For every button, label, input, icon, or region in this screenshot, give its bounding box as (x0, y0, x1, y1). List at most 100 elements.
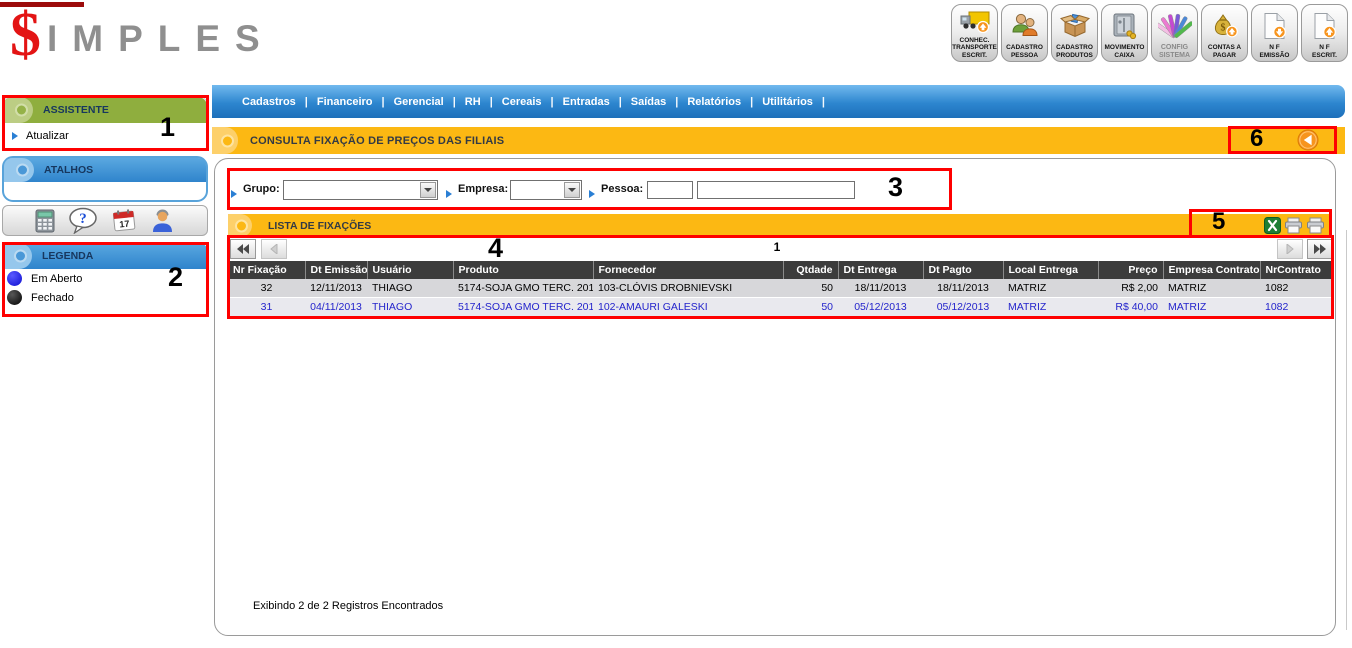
legenda-title: LEGENDA (42, 250, 93, 262)
help-icon[interactable]: ? (68, 207, 99, 234)
export-excel-icon[interactable] (1264, 217, 1281, 234)
col-local-entrega: Local Entrega (1003, 261, 1098, 279)
svg-text:?: ? (79, 211, 87, 227)
menu-item-relatorios[interactable]: Relatórios (687, 96, 741, 108)
chevron-down-icon (564, 182, 580, 198)
col-nrcontrato: NrContrato (1260, 261, 1331, 279)
pessoa-label: Pessoa: (601, 183, 643, 195)
sidebar-item-atualizar[interactable]: Atualizar (3, 123, 207, 149)
logo-dollar-icon: $ (10, 4, 41, 66)
cell-nr-fixacao: 31 (228, 298, 305, 317)
table-header-row: Nr Fixação Dt Emissão Usuário Produto Fo… (228, 261, 1331, 279)
previous-page-button[interactable] (261, 239, 287, 259)
table-row[interactable]: 31 04/11/2013 THIAGO 5174-SOJA GMO TERC.… (228, 298, 1331, 317)
print-icon[interactable] (1284, 217, 1303, 234)
menu-item-cadastros[interactable]: Cadastros (242, 96, 296, 108)
main-menu-bar: Cadastros | Financeiro | Gerencial | RH … (212, 85, 1345, 118)
menu-separator: | (822, 96, 825, 108)
col-dt-entrega: Dt Entrega (838, 261, 923, 279)
menu-item-cereais[interactable]: Cereais (502, 96, 542, 108)
toolbar-button-label: MOVIMENTO CAIXA (1105, 44, 1145, 59)
cell-usuario: THIAGO (367, 279, 453, 298)
empresa-label: Empresa: (458, 183, 508, 195)
black-dot-icon (7, 290, 22, 305)
page-title-bar: CONSULTA FIXAÇÃO DE PREÇOS DAS FILIAIS (212, 127, 1345, 154)
page-number: 1 (767, 240, 787, 254)
grupo-label: Grupo: (243, 183, 280, 195)
menu-item-rh[interactable]: RH (465, 96, 481, 108)
toolbar-button-nf-escrit[interactable]: N F ESCRIT. (1301, 4, 1348, 62)
grupo-select[interactable] (283, 180, 438, 200)
bullet-arrow-icon (589, 185, 595, 203)
scrollbar-edge (1346, 230, 1347, 630)
col-fornecedor: Fornecedor (593, 261, 783, 279)
menu-item-saidas[interactable]: Saídas (631, 96, 666, 108)
back-button[interactable] (1297, 129, 1319, 151)
menu-separator: | (305, 96, 308, 108)
header-cap-decoration (2, 243, 32, 269)
cell-empresa-contrato: MATRIZ (1163, 279, 1260, 298)
pessoa-name-input[interactable] (697, 181, 855, 199)
cell-preco: R$ 40,00 (1098, 298, 1163, 317)
document-down-icon (1261, 7, 1288, 44)
cell-usuario: THIAGO (367, 298, 453, 317)
header-cap-decoration (4, 158, 34, 182)
toolbar-button-conhec-transporte[interactable]: CONHEC. TRANSPORTE ESCRIT. (951, 4, 998, 62)
col-empresa-contrato: Empresa Contrato (1163, 261, 1260, 279)
menu-item-gerencial[interactable]: Gerencial (394, 96, 444, 108)
truck-up-icon (959, 7, 991, 37)
bullet-arrow-icon (231, 185, 237, 203)
table-row[interactable]: 32 12/11/2013 THIAGO 5174-SOJA GMO TERC.… (228, 279, 1331, 298)
person-icon[interactable] (150, 208, 175, 233)
cell-produto: 5174-SOJA GMO TERC. 2010 (453, 298, 593, 317)
sidebar-item-label: Atualizar (26, 130, 69, 142)
col-dt-emissao: Dt Emissão (305, 261, 367, 279)
empresa-select[interactable] (510, 180, 582, 200)
col-produto: Produto (453, 261, 593, 279)
menu-item-entradas[interactable]: Entradas (563, 96, 610, 108)
toolbar-button-cadastro-pessoa[interactable]: CADASTRO PESSOA (1001, 4, 1048, 62)
cell-dt-pagto: 18/11/2013 (923, 279, 1003, 298)
sidebar-section-assistente: ASSISTENTE Atualizar (2, 96, 208, 150)
cell-empresa-contrato: MATRIZ (1163, 298, 1260, 317)
calculator-icon[interactable] (35, 209, 55, 233)
cell-dt-emissao: 04/11/2013 (305, 298, 367, 317)
menu-item-financeiro[interactable]: Financeiro (317, 96, 373, 108)
menu-separator: | (619, 96, 622, 108)
cell-local-entrega: MATRIZ (1003, 279, 1098, 298)
assistente-title: ASSISTENTE (43, 104, 109, 116)
calendar-icon[interactable]: 17 (112, 208, 137, 233)
cell-qtdade: 50 (783, 298, 838, 317)
legend-item-fechado: Fechado (2, 288, 208, 307)
toolbar-button-nf-emissao[interactable]: N F EMISSÃO (1251, 4, 1298, 62)
cell-nrcontrato: 1082 (1260, 298, 1331, 317)
record-count-status: Exibindo 2 de 2 Registros Encontrados (253, 600, 443, 612)
toolbar-button-label: CONFIG SISTEMA (1159, 44, 1190, 59)
legend-item-label: Em Aberto (31, 273, 82, 285)
toolbar-button-cadastro-produtos[interactable]: CADASTRO PRODUTOS (1051, 4, 1098, 62)
atalhos-title: ATALHOS (44, 164, 93, 176)
toolbar-button-label: CADASTRO PESSOA (1006, 44, 1043, 59)
sidebar-section-atalhos: ATALHOS (2, 156, 208, 202)
toolbar-button-movimento-caixa[interactable]: MOVIMENTO CAIXA (1101, 4, 1148, 62)
pessoa-code-input[interactable] (647, 181, 693, 199)
print-icon[interactable] (1306, 217, 1325, 234)
bar-cap-decoration (212, 127, 238, 154)
last-page-button[interactable] (1307, 239, 1333, 259)
toolbar-button-contas-a-pagar[interactable]: $ CONTAS A PAGAR (1201, 4, 1248, 62)
cell-fornecedor: 102-AMAURI GALESKI (593, 298, 783, 317)
next-page-button[interactable] (1277, 239, 1303, 259)
toolbar-button-label: CADASTRO PRODUTOS (1056, 44, 1093, 59)
fixations-table: Nr Fixação Dt Emissão Usuário Produto Fo… (228, 261, 1331, 317)
safe-icon (1111, 7, 1138, 44)
col-dt-pagto: Dt Pagto (923, 261, 1003, 279)
app-logo: $ IMPLES (10, 4, 275, 66)
toolbar-button-config-sistema[interactable]: CONFIG SISTEMA (1151, 4, 1198, 62)
people-icon (1010, 7, 1040, 44)
cell-nrcontrato: 1082 (1260, 279, 1331, 298)
menu-item-utilitarios[interactable]: Utilitários (762, 96, 813, 108)
first-page-button[interactable] (230, 239, 256, 259)
menu-separator: | (490, 96, 493, 108)
list-section-bar: LISTA DE FIXAÇÕES (228, 214, 1331, 237)
cell-qtdade: 50 (783, 279, 838, 298)
